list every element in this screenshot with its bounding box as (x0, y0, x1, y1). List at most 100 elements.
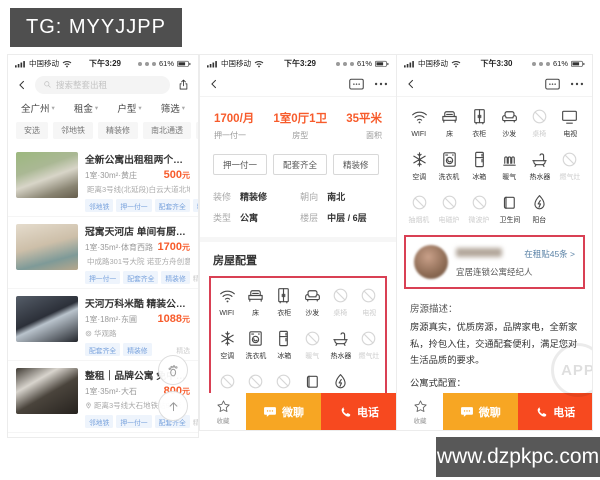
stat-label: 面积 (365, 131, 382, 140)
listing-tag: 邻地铁 (85, 415, 114, 428)
amenity-label: 卫生间 (499, 215, 520, 224)
listing-meta-row: 1室·30m²·黄庄 500元 (85, 169, 190, 181)
wifi-icon (411, 111, 427, 124)
call-button[interactable]: 电话 (517, 393, 592, 430)
star-icon (413, 400, 427, 412)
property-tag: 精装修 (333, 154, 379, 175)
filter-tab[interactable]: 户型 ▾ (117, 101, 141, 115)
chevron-down-icon: ▾ (94, 105, 99, 112)
banned-icon (472, 195, 487, 210)
back-icon[interactable] (208, 78, 220, 90)
banned-icon (412, 195, 426, 210)
tv-icon (562, 110, 578, 124)
detail-nav-bar (200, 72, 396, 97)
listing-location: 中成路301号大院 诺亚方舟创意园 (85, 256, 190, 267)
call-button[interactable]: 电话 (321, 393, 396, 430)
featured-label: 精选 (192, 419, 198, 427)
amenity-label: 空调 (412, 172, 427, 181)
amenity-label: 空调 (220, 351, 235, 360)
amenity-label: 衣柜 (472, 129, 487, 138)
call-button-label: 电话 (553, 406, 576, 419)
carrier-label: 中国移动 (29, 59, 59, 68)
bathroom-icon (306, 375, 318, 388)
listing-thumbnail (16, 296, 78, 342)
more-icon[interactable] (374, 82, 388, 86)
detail-label: 装修 (213, 192, 232, 202)
detail-value: 中层 / 6层 (327, 213, 367, 223)
back-to-top-button[interactable] (158, 391, 188, 421)
back-icon[interactable] (16, 79, 28, 91)
favorite-button[interactable]: 收藏 (397, 393, 443, 430)
banned-icon (361, 331, 376, 346)
listing-item[interactable]: 天河万科米酷 精装公寓 配套...1室·18m²·东圃1088元华观路配套齐全精… (8, 289, 198, 361)
listing-meta-row: 1室·18m²·东圃 1088元 (85, 313, 190, 325)
stat-item: 1室0厅1卫 房型 (273, 110, 327, 141)
amenity-water-heater: 热水器 (525, 150, 555, 182)
amenity-washer: 洗衣机 (434, 150, 464, 182)
stat-item: 1700/月 押一付一 (214, 110, 254, 141)
bluetooth-icon (545, 61, 550, 66)
amenity-air-conditioner: 空调 (404, 150, 434, 182)
detail-item: 楼层 中层 / 6层 (300, 211, 383, 224)
chat-button[interactable]: 微聊 (443, 393, 518, 430)
amenity-wardrobe: 衣柜 (464, 107, 494, 139)
listing-item[interactable]: 全新公寓出租租两个月送一个... 1室·30m²·黄庄 500元距离3号线(北延段)… (8, 145, 198, 217)
agent-card-red-box[interactable]: 宜居连锁公寓经纪人 在租贴45条 > (404, 235, 585, 289)
listing-location: 华观路 (85, 328, 190, 339)
filter-tab-bar: 全广州 ▾ 租金 ▾ 户型 ▾ 筛选 ▾ (8, 97, 198, 120)
amenity-sofa: 沙发 (494, 107, 524, 139)
quick-filter-chip[interactable]: 安选 (16, 122, 48, 139)
filter-tab-label: 租金 (73, 104, 93, 115)
screenshot-detail-page-2: 中国移动 下午3:30 61% WIFI 床 衣柜 沙发 桌椅 电视 空调 洗衣机 冰箱 暖气 热水… (397, 55, 592, 430)
carrier-label: 中国移动 (418, 59, 448, 68)
up-arrow-icon (169, 401, 177, 411)
balcony-icon (335, 374, 346, 389)
chevron-down-icon: ▾ (51, 105, 55, 112)
listing-tag: 配套齐全 (154, 199, 190, 212)
amenity-stove: 燃气灶 (355, 329, 383, 361)
favorite-button[interactable]: 收藏 (200, 393, 246, 430)
amenity-tv: 电视 (555, 107, 585, 139)
message-icon[interactable] (545, 78, 560, 91)
price-unit: 元 (182, 171, 190, 180)
back-icon[interactable] (405, 78, 417, 90)
property-tag: 押一付一 (213, 154, 268, 175)
status-icon (342, 61, 347, 66)
filter-tab[interactable]: 租金 ▾ (74, 101, 98, 115)
wifi-status-icon (62, 60, 72, 67)
agent-listings-link[interactable]: 在租贴45条 > (524, 248, 575, 260)
filter-tab-label: 全广州 (21, 104, 50, 115)
map-float-button[interactable] (158, 355, 188, 385)
quick-filter-chip[interactable]: 邻地铁 (53, 122, 93, 139)
filter-tab[interactable]: 筛选 ▾ (161, 101, 185, 115)
quick-filter-chip[interactable]: 个人 (196, 122, 198, 139)
phone-icon (341, 406, 351, 417)
listing-item[interactable]: 冠寓天河店 单间有厨房阳台...1室·35m²·体育西路1700元中成路301号… (8, 217, 198, 289)
key-stats-row: 1700/月 押一付一 1室0厅1卫 房型 35平米 面积 (200, 97, 396, 150)
listing-tag: 邻地铁 (85, 199, 114, 212)
listing-title: 全新公寓出租租两个月送一个... (85, 155, 190, 166)
share-icon[interactable] (177, 78, 190, 91)
sofa-icon (304, 290, 320, 302)
listing-tag-row: 配套齐全 精装修 精选 (85, 343, 190, 356)
listing-meta: 1室·35m²·体育西路 (85, 243, 154, 252)
battery-icon (177, 60, 191, 67)
detail-item: 朝向 南北 (300, 190, 383, 203)
listing-item[interactable]: 石井红星254公交总站，全新... (8, 433, 198, 437)
stat-label: 押一付一 (214, 131, 246, 140)
bed-icon (442, 111, 457, 123)
message-icon[interactable] (349, 78, 364, 91)
quick-filter-chip[interactable]: 精装修 (98, 122, 138, 139)
amenity-label: 洗衣机 (438, 172, 460, 181)
filter-tab[interactable]: 全广州 ▾ (21, 101, 55, 115)
stat-item: 35平米 面积 (346, 110, 382, 141)
carrier-label: 中国移动 (221, 59, 251, 68)
quick-filter-chip[interactable]: 南北通透 (143, 122, 191, 139)
chat-button[interactable]: 微聊 (246, 393, 321, 430)
search-input[interactable]: 搜索整套出租 (35, 75, 170, 94)
amenities-grid: WIFI 床 衣柜 沙发 桌椅 电视空调 洗衣机 冰箱 暖气 热水器燃气灶抽烟机电磁炉微波炉卫生间… (397, 97, 592, 225)
amenity-label: 热水器 (330, 351, 351, 360)
more-icon[interactable] (570, 82, 584, 86)
listing-location-text: 中成路301号大院 诺亚方舟创意园 (87, 257, 190, 266)
amenity-table-chair: 桌椅 (525, 107, 555, 139)
